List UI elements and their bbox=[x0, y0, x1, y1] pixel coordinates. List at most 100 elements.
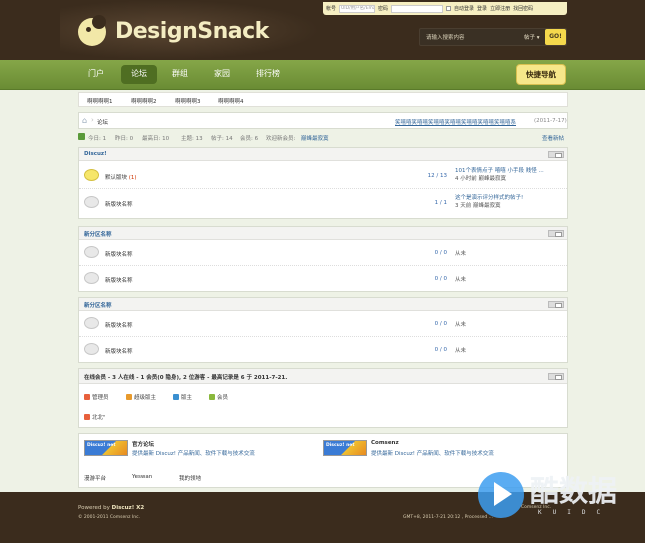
forum-count: 0 / 0 bbox=[434, 347, 447, 353]
section-title[interactable]: 新分区名称 bbox=[84, 230, 112, 238]
register-link[interactable]: 立即注册 bbox=[490, 5, 510, 12]
new-member-link[interactable]: 巅峰最寂寞 bbox=[301, 134, 329, 142]
auto-login-checkbox[interactable] bbox=[446, 6, 452, 11]
admin-icon bbox=[84, 414, 90, 420]
legend-member: 会员 bbox=[209, 393, 228, 401]
nav-item-home[interactable]: 家园 bbox=[214, 68, 230, 79]
text-link[interactable]: Yeswan bbox=[132, 474, 152, 480]
product-link[interactable]: Discuz! X2 bbox=[112, 505, 145, 511]
legend-super-mod: 超级版主 bbox=[126, 393, 156, 401]
site-logo[interactable]: DesignSnack bbox=[115, 19, 269, 44]
mod-icon bbox=[173, 394, 179, 400]
subnav-item[interactable]: 啊啊啊啊1 bbox=[87, 97, 113, 105]
password-input[interactable] bbox=[391, 4, 444, 13]
collapse-toggle-icon[interactable] bbox=[548, 301, 564, 308]
forum-name-link[interactable]: 新版块名称 bbox=[105, 347, 133, 355]
welcome-label: 欢迎新会员: bbox=[266, 136, 296, 142]
forum-name-link[interactable]: 新版块名称 bbox=[105, 250, 133, 258]
forum-row: 新版块名称 0 / 0 从未 bbox=[79, 266, 567, 292]
copyright: © 2001-2011 Comsenz Inc. bbox=[78, 515, 141, 520]
home-icon[interactable]: ⌂ bbox=[82, 116, 87, 125]
subnav-item[interactable]: 啊啊啊啊3 bbox=[175, 97, 201, 105]
link-title[interactable]: Comsenz bbox=[371, 440, 399, 446]
nav-item-portal[interactable]: 门户 bbox=[88, 68, 104, 79]
login-button[interactable]: 登录 bbox=[477, 5, 487, 12]
forum-icon bbox=[84, 317, 99, 329]
stat-today: 今日: 1 bbox=[88, 136, 107, 142]
text-link[interactable]: 漫游平台 bbox=[84, 474, 106, 482]
link-desc: 提供最新 Discuz! 产品新闻、软件下载与技术交流 bbox=[132, 451, 255, 457]
last-post: 从未 bbox=[455, 251, 467, 257]
announcement-link[interactable]: 笑嘻嘻笑嘻嘻笑嘻嘻笑嘻嘻笑嘻嘻笑嘻嘻笑嘻嘻系 bbox=[395, 118, 516, 126]
forgot-password-link[interactable]: 找回密码 bbox=[513, 5, 533, 12]
subnav-item[interactable]: 啊啊啊啊4 bbox=[218, 97, 244, 105]
logo-dot bbox=[86, 27, 91, 32]
search-button[interactable]: GO! bbox=[545, 29, 566, 45]
collapse-toggle-icon[interactable] bbox=[548, 151, 564, 158]
forum-stats: 今日: 1 昨日: 0 最高日: 10 主题: 13 帖子: 14 会员: 6 … bbox=[78, 133, 568, 143]
online-members: 在线会员 - 3 人在线 - 1 会员(0 隐身), 2 位游客 - 最高记录是… bbox=[78, 368, 568, 428]
forum-name-link[interactable]: 新版块名称 bbox=[105, 321, 133, 329]
breadcrumb: ⌂ › 论坛 笑嘻嘻笑嘻嘻笑嘻嘻笑嘻嘻笑嘻嘻笑嘻嘻笑嘻嘻系 (2011-7-17… bbox=[78, 112, 568, 129]
text-link[interactable]: 我的领地 bbox=[179, 474, 201, 482]
forum-count: 1 / 1 bbox=[434, 200, 447, 206]
search-input[interactable]: 请输入搜索内容 bbox=[426, 33, 465, 41]
collapse-toggle-icon[interactable] bbox=[548, 230, 564, 237]
member-icon bbox=[209, 394, 215, 400]
account-label: 帐号 bbox=[326, 6, 337, 12]
last-post-title-link[interactable]: 101个表情点子 嘻嘻 小手段 贱怪 ... bbox=[455, 168, 544, 174]
forum-new-icon bbox=[84, 169, 99, 181]
forum-name-link[interactable]: 新版块名称 bbox=[105, 276, 133, 284]
forum-name-link[interactable]: 新版块名称 bbox=[105, 200, 133, 208]
online-user[interactable]: 北北" bbox=[84, 413, 106, 421]
last-post: 从未 bbox=[455, 277, 467, 283]
forum-name-link[interactable]: 默认版块 (1) bbox=[105, 173, 137, 181]
forum-row: 默认版块 (1) 12 / 13 101个表情点子 嘻嘻 小手段 贱怪 ... … bbox=[79, 163, 567, 189]
super-mod-icon bbox=[126, 394, 132, 400]
section-header: 新分区名称 bbox=[79, 227, 567, 240]
stat-threads: 主题: 13 bbox=[181, 136, 203, 142]
last-post: 从未 bbox=[455, 348, 467, 354]
section-title[interactable]: 新分区名称 bbox=[84, 301, 112, 309]
forum-row: 新版块名称 0 / 0 从未 bbox=[79, 337, 567, 363]
discuz-logo[interactable]: Discuz! net bbox=[84, 440, 128, 456]
forum-row: 新版块名称 1 / 1 这个是演示评分样式的帖子! 3 天前 巅峰最寂寞 bbox=[79, 190, 567, 216]
login-bar: 帐号 UID/用户名/Email 密码 自动登录 登录 立即注册 找回密码 bbox=[323, 2, 567, 15]
forum-count: 0 / 0 bbox=[434, 276, 447, 282]
forum-count: 0 / 0 bbox=[434, 250, 447, 256]
account-input[interactable]: UID/用户名/Email bbox=[339, 4, 376, 13]
link-title[interactable]: 官方论坛 bbox=[132, 440, 154, 448]
section-title[interactable]: Discuz! bbox=[84, 151, 107, 157]
powered-by: Powered by Discuz! X2 bbox=[78, 505, 145, 511]
sub-nav: 啊啊啊啊1 啊啊啊啊2 啊啊啊啊3 啊啊啊啊4 bbox=[78, 92, 568, 107]
stat-max: 最高日: 10 bbox=[142, 136, 170, 142]
section-header: Discuz! bbox=[79, 148, 567, 161]
watermark-text: 酷数据 bbox=[530, 474, 618, 508]
nav-item-group[interactable]: 群组 bbox=[172, 68, 188, 79]
search-type-select[interactable]: 帖子 ▾ bbox=[524, 33, 540, 41]
legend-admin: 管理员 bbox=[84, 393, 109, 401]
nav-item-ranking[interactable]: 排行榜 bbox=[256, 68, 280, 79]
forum-row: 新版块名称 0 / 0 从未 bbox=[79, 311, 567, 337]
forum-row: 新版块名称 0 / 0 从未 bbox=[79, 240, 567, 266]
forum-section: 新分区名称 新版块名称 0 / 0 从未 新版块名称 0 / 0 从未 bbox=[78, 226, 568, 292]
chart-icon bbox=[78, 133, 85, 140]
last-post-title-link[interactable]: 这个是演示评分样式的帖子! bbox=[455, 195, 523, 201]
quick-nav-button[interactable]: 快捷导航 bbox=[516, 64, 566, 85]
admin-icon bbox=[84, 394, 90, 400]
last-post: 这个是演示评分样式的帖子! 3 天前 巅峰最寂寞 bbox=[455, 194, 523, 210]
collapse-toggle-icon[interactable] bbox=[548, 373, 564, 380]
view-new-posts-link[interactable]: 查看新帖 bbox=[542, 134, 564, 142]
forum-section: 新分区名称 新版块名称 0 / 0 从未 新版块名称 0 / 0 从未 bbox=[78, 297, 568, 363]
breadcrumb-current[interactable]: 论坛 bbox=[97, 118, 108, 126]
subnav-item[interactable]: 啊啊啊啊2 bbox=[131, 97, 157, 105]
nav-item-forum[interactable]: 论坛 bbox=[131, 68, 147, 79]
password-label: 密码 bbox=[378, 6, 389, 12]
online-title[interactable]: 在线会员 - 3 人在线 - 1 会员(0 隐身), 2 位游客 - 最高记录是… bbox=[84, 373, 287, 381]
forum-icon bbox=[84, 343, 99, 355]
last-post: 从未 bbox=[455, 322, 467, 328]
forum-icon bbox=[84, 246, 99, 258]
forum-icon bbox=[84, 196, 99, 208]
forum-count: 0 / 0 bbox=[434, 321, 447, 327]
comsenz-logo[interactable]: Discuz! net bbox=[323, 440, 367, 456]
